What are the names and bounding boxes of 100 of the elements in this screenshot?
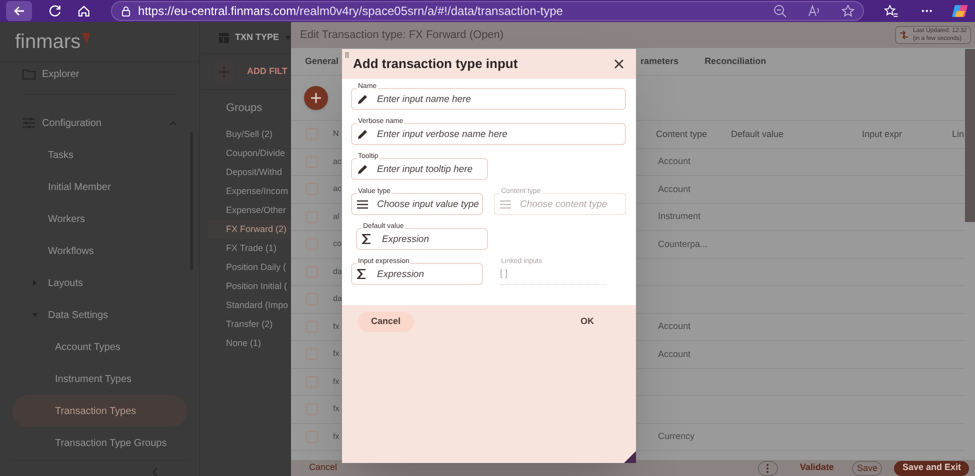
ok-button[interactable]: OK bbox=[576, 312, 598, 332]
group-item[interactable]: Position Daily ( bbox=[200, 258, 291, 277]
back-arrow-icon bbox=[12, 5, 25, 17]
editor-title: Edit Transaction type: FX Forward (Open) bbox=[300, 28, 504, 43]
lock-icon bbox=[120, 5, 132, 17]
nav-item[interactable]: Instrument Types bbox=[0, 363, 199, 395]
checkbox[interactable] bbox=[306, 376, 318, 388]
sync-icon bbox=[898, 30, 909, 40]
column-header: Default value bbox=[731, 128, 784, 140]
nav-item[interactable]: Explorer bbox=[0, 62, 199, 86]
input-field[interactable]: Enter input tooltip here bbox=[351, 158, 488, 180]
nav-item[interactable]: Transaction Types bbox=[12, 395, 187, 427]
back-button[interactable] bbox=[6, 1, 32, 21]
input-field[interactable]: Enter input verbose name here bbox=[351, 123, 626, 145]
column-header: N bbox=[333, 128, 339, 140]
group-item[interactable]: Transfer (2) bbox=[200, 315, 291, 334]
nav-item[interactable]: Initial Member bbox=[0, 171, 199, 203]
nav-item[interactable]: Account Types bbox=[0, 331, 199, 363]
list-icon bbox=[500, 200, 511, 208]
refresh-icon[interactable] bbox=[48, 4, 62, 18]
table-cell: fx bbox=[333, 348, 340, 360]
address-bar[interactable]: https://eu-central.finmars.com/realm0v4ry/space05srn/a/#!/data/transaction-type bbox=[111, 1, 864, 21]
nav-item[interactable]: Transaction Type Groups bbox=[0, 427, 199, 459]
pencil-icon bbox=[357, 94, 368, 104]
checkbox[interactable] bbox=[306, 266, 318, 278]
nav-section[interactable]: Configuration bbox=[0, 107, 199, 139]
checkbox[interactable] bbox=[306, 403, 318, 416]
table-cell-text: Account bbox=[658, 320, 691, 333]
favorites-icon[interactable] bbox=[884, 4, 898, 18]
group-item[interactable]: Expense/Other bbox=[200, 201, 291, 220]
save-and-exit-button[interactable]: Save and Exit bbox=[894, 460, 969, 476]
add-button[interactable] bbox=[304, 86, 328, 110]
table-cell: fx bbox=[333, 320, 340, 333]
tab[interactable]: General bbox=[305, 54, 339, 68]
nav-item[interactable]: Tasks bbox=[0, 139, 199, 171]
checkbox[interactable] bbox=[306, 156, 318, 168]
table-cell: fx bbox=[333, 403, 340, 416]
group-item[interactable]: FX Forward (2) bbox=[208, 220, 291, 239]
view-dropdown[interactable]: TXN TYPE bbox=[219, 30, 291, 44]
kebab-icon bbox=[766, 464, 770, 472]
table-cell: da bbox=[333, 266, 342, 278]
resize-handle-icon[interactable] bbox=[624, 451, 636, 463]
table-cell: da bbox=[333, 293, 342, 306]
table-cell-text: Currency bbox=[658, 430, 695, 443]
grid-view-icon bbox=[219, 32, 229, 42]
group-item[interactable]: None (1) bbox=[200, 334, 291, 353]
group-item[interactable]: Buy/Sell (2) bbox=[200, 125, 291, 144]
group-item[interactable]: Coupon/Divide bbox=[200, 144, 291, 163]
sigma-icon bbox=[357, 269, 366, 279]
checkbox[interactable] bbox=[306, 430, 318, 443]
checkbox[interactable] bbox=[306, 348, 318, 360]
tab[interactable]: rameters bbox=[640, 54, 679, 68]
input-field[interactable]: Enter input name here bbox=[351, 88, 626, 110]
checkbox[interactable] bbox=[306, 210, 318, 223]
cancel-button[interactable]: Cancel bbox=[309, 461, 338, 475]
checkbox[interactable] bbox=[306, 128, 318, 140]
group-item[interactable]: Position Initial ( bbox=[200, 277, 291, 296]
validate-button[interactable]: Validate bbox=[800, 461, 834, 475]
more-button[interactable] bbox=[758, 460, 778, 476]
group-item[interactable]: Deposit/Withd bbox=[200, 163, 291, 182]
home-icon[interactable] bbox=[77, 4, 92, 18]
tab[interactable]: Reconciliation bbox=[704, 54, 766, 68]
table-cell-text: Account bbox=[658, 155, 691, 168]
nav-item[interactable]: Workers bbox=[0, 203, 199, 235]
plus-icon bbox=[311, 93, 321, 103]
table-cell: co bbox=[333, 238, 342, 250]
checkbox[interactable] bbox=[306, 183, 318, 196]
table-cell-text: Account bbox=[658, 182, 691, 196]
close-icon[interactable] bbox=[614, 59, 624, 69]
input-field[interactable]: Choose input value type bbox=[351, 193, 483, 215]
zoom-out-icon[interactable] bbox=[772, 4, 787, 18]
checkbox[interactable] bbox=[306, 320, 318, 333]
nav-folder[interactable]: Layouts bbox=[0, 267, 199, 299]
pencil-icon bbox=[357, 128, 368, 140]
input-field[interactable]: Expression bbox=[351, 263, 483, 285]
checkbox[interactable] bbox=[306, 238, 318, 250]
add-filter-link[interactable]: ADD FILT bbox=[247, 64, 288, 78]
star-icon[interactable] bbox=[840, 4, 855, 18]
sigma-icon bbox=[362, 234, 371, 244]
list-icon bbox=[357, 200, 368, 208]
logo-mark-icon bbox=[82, 32, 90, 44]
groups-title: Groups bbox=[225, 100, 264, 116]
column-header: Content type bbox=[656, 128, 708, 141]
save-button[interactable]: Save bbox=[852, 460, 882, 476]
nav-label: Layouts bbox=[48, 276, 84, 290]
copilot-icon[interactable] bbox=[951, 2, 969, 20]
table-cell: al bbox=[333, 210, 340, 223]
nav-item[interactable]: Workflows bbox=[0, 235, 199, 267]
scrollbar-thumb[interactable] bbox=[965, 49, 975, 222]
group-item[interactable]: FX Trade (1) bbox=[200, 239, 291, 258]
read-aloud-icon[interactable] bbox=[806, 4, 821, 18]
column-header: Input expr bbox=[862, 128, 902, 141]
cancel-button[interactable]: Cancel bbox=[358, 312, 414, 332]
input-field[interactable]: Expression bbox=[356, 228, 488, 250]
group-item[interactable]: Expense/Incom bbox=[200, 182, 291, 201]
group-item[interactable]: Standard (Impo bbox=[200, 296, 291, 315]
nav-folder[interactable]: Data Settings bbox=[0, 299, 199, 331]
table-cell-text: Instrument bbox=[658, 210, 701, 223]
dialog-title: Add transaction type input bbox=[353, 55, 518, 74]
checkbox[interactable] bbox=[306, 293, 318, 306]
